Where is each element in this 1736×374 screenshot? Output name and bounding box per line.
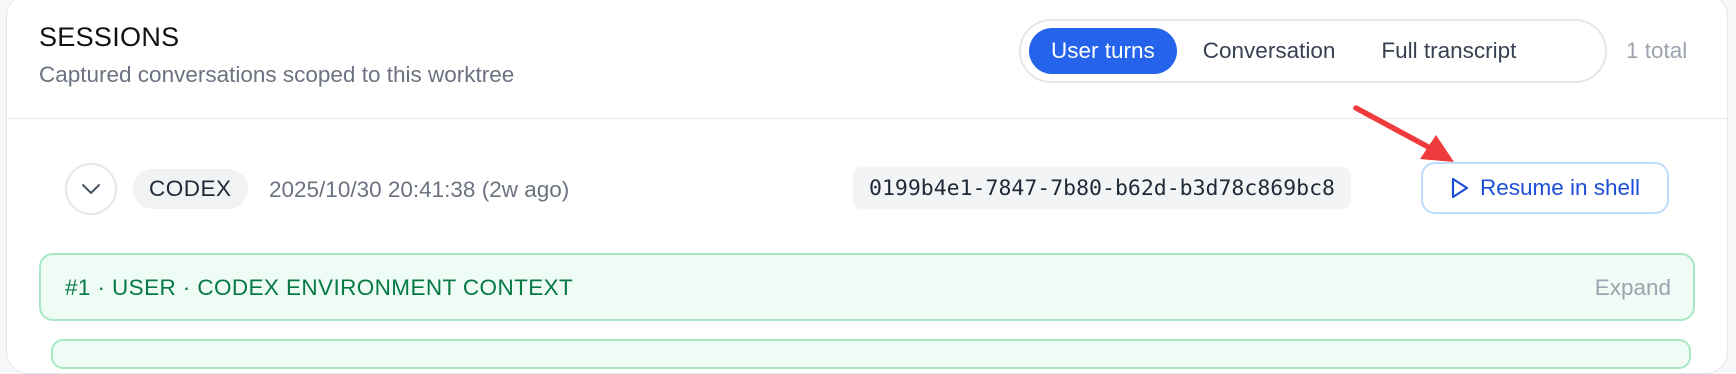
expand-turn-button[interactable]: Expand bbox=[1595, 275, 1671, 301]
sessions-header: SESSIONS Captured conversations scoped t… bbox=[7, 0, 1727, 119]
full-transcript-button[interactable]: Full transcript bbox=[1361, 28, 1536, 74]
resume-in-shell-button[interactable]: Resume in shell bbox=[1421, 162, 1669, 214]
resume-label: Resume in shell bbox=[1479, 175, 1641, 200]
session-id: 0199b4e1-7847-7b80-b62d-b3d78c869bc8 bbox=[853, 167, 1351, 209]
agent-badge: CODEX bbox=[133, 169, 248, 209]
conversation-button[interactable]: Conversation bbox=[1183, 28, 1356, 74]
session-timestamp: 2025/10/30 20:41:38 (2w ago) bbox=[269, 177, 570, 202]
turn-label: #1 · USER · CODEX ENVIRONMENT CONTEXT bbox=[65, 275, 574, 300]
session-row: CODEX 2025/10/30 20:41:38 (2w ago) 0199b… bbox=[7, 162, 1727, 219]
total-count: 1 total bbox=[1626, 38, 1688, 63]
chevron-down-icon bbox=[82, 184, 100, 194]
turn-card-partial bbox=[51, 339, 1691, 369]
play-icon bbox=[1451, 177, 1469, 199]
turn-card[interactable]: #1 · USER · CODEX ENVIRONMENT CONTEXT Ex… bbox=[39, 253, 1695, 321]
page-title: SESSIONS bbox=[39, 22, 180, 52]
user-turns-button[interactable]: User turns bbox=[1029, 28, 1177, 74]
page-subtitle: Captured conversations scoped to this wo… bbox=[39, 62, 515, 87]
sessions-panel: SESSIONS Captured conversations scoped t… bbox=[6, 0, 1728, 374]
expand-session-button[interactable] bbox=[65, 163, 117, 215]
view-mode-toggle: User turns Conversation Full transcript bbox=[1019, 19, 1607, 83]
